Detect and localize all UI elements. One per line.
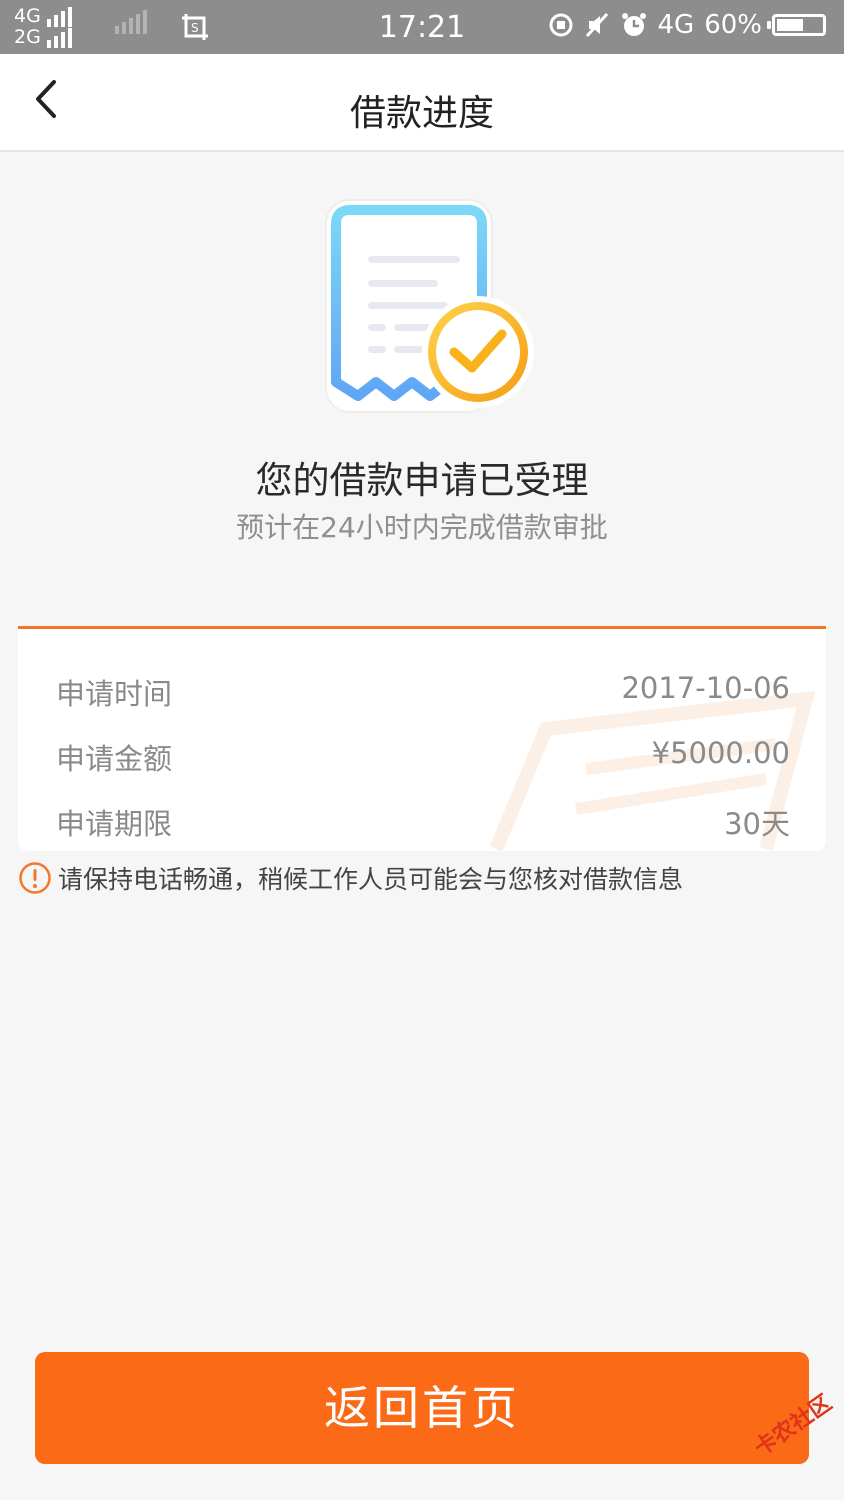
detail-label: 申请金额 bbox=[56, 742, 173, 776]
detail-label: 申请期限 bbox=[56, 807, 173, 841]
detail-row-term: 申请期限 30天 bbox=[56, 801, 790, 841]
navigation-bar: 借款进度 bbox=[0, 54, 844, 152]
status-headline: 您的借款申请已受理 bbox=[255, 459, 589, 502]
battery-percent: 60% bbox=[704, 10, 762, 40]
battery-icon bbox=[767, 14, 826, 36]
application-document-icon bbox=[325, 199, 534, 413]
status-bar: 4G 2G S 17:21 4G 60% bbox=[0, 0, 844, 54]
return-home-button[interactable]: 返回首页 bbox=[35, 1352, 809, 1464]
detail-row-amount: 申请金额 ¥5000.00 bbox=[56, 736, 790, 776]
alarm-icon bbox=[621, 13, 646, 36]
rotation-lock-icon bbox=[549, 13, 572, 37]
network-type-right: 4G bbox=[657, 10, 695, 40]
detail-row-time: 申请时间 2017-10-06 bbox=[56, 671, 790, 711]
mute-icon bbox=[585, 12, 608, 38]
application-details-card: 申请时间 2017-10-06 申请金额 ¥5000.00 申请期限 30天 bbox=[18, 626, 826, 851]
detail-label: 申请时间 bbox=[56, 677, 173, 711]
detail-value: ¥5000.00 bbox=[651, 736, 790, 770]
status-right: 4G 60% bbox=[548, 10, 826, 40]
notice-text: 请保持电话畅通，稍候工作人员可能会与您核对借款信息 bbox=[58, 865, 684, 894]
page-title: 借款进度 bbox=[349, 93, 494, 134]
battery-level bbox=[777, 19, 803, 31]
detail-value: 30天 bbox=[724, 807, 790, 841]
notice: 请保持电话畅通，稍候工作人员可能会与您核对借款信息 bbox=[18, 860, 683, 896]
warning-icon bbox=[19, 862, 51, 894]
status-subline: 预计在24小时内完成借款审批 bbox=[236, 511, 608, 544]
detail-value: 2017-10-06 bbox=[621, 671, 790, 705]
